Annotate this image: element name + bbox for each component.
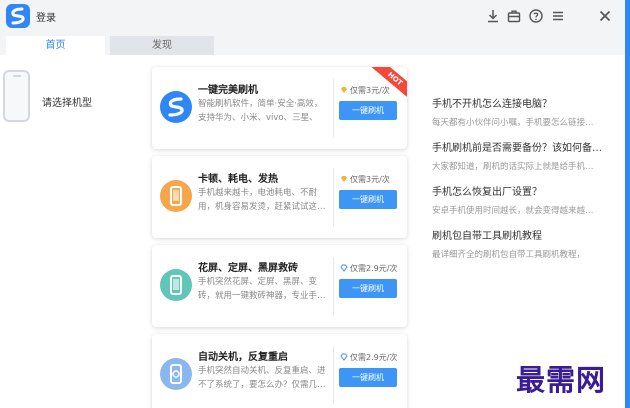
faq-question[interactable]: 手机刷机前是否需要备份？该如何备…	[432, 139, 622, 154]
title-bar: 登录	[0, 0, 630, 33]
price-text: 仅需2.9元/次	[350, 264, 398, 273]
help-icon[interactable]	[528, 8, 544, 24]
price-text: 仅需3元/次	[350, 86, 390, 95]
main-content: 请选择机型 一键完美刷机 智能刷机软件，简单·安全·高效，支持华为、小米、viv…	[0, 55, 630, 408]
card-title: 花屏、定屏、黑屏救砖	[198, 263, 298, 274]
diamond-blue-icon	[340, 353, 348, 361]
price-label: 仅需2.9元/次	[340, 263, 397, 274]
menu-icon[interactable]	[550, 8, 566, 24]
download-icon[interactable]	[485, 8, 501, 24]
card-description: 手机突然花屏、定屏、黑屏、变砖，就用一键救砖神器，专业手…	[198, 277, 326, 301]
faq-question[interactable]: 手机不开机怎么连接电脑？	[432, 95, 622, 110]
watermark: 最需网	[516, 363, 607, 397]
price-label: 仅需3元/次	[340, 174, 390, 185]
price-text: 仅需3元/次	[350, 175, 390, 184]
diamond-gold-icon	[341, 87, 347, 93]
service-card-auto-shutdown: 自动关机，反复重启 手机突然自动关机、反复重启、进不了系统了，要怎么办？仅需几……	[152, 334, 407, 408]
select-model-link[interactable]: 请选择机型	[42, 94, 92, 109]
card-divider	[333, 168, 334, 226]
card-divider	[333, 257, 334, 315]
card-title: 自动关机，反复重启	[198, 352, 288, 363]
card-divider	[333, 346, 334, 404]
close-icon[interactable]	[597, 8, 613, 24]
price-label: 仅需2.9元/次	[340, 352, 397, 363]
app-logo-icon	[6, 4, 30, 28]
phone-blue-icon	[160, 358, 192, 390]
tab-bar: 首页 发现	[0, 33, 630, 55]
faq-item[interactable]: 手机怎么恢复出厂设置？ 安卓手机使用时间越长，就会变得越来越…	[432, 183, 622, 216]
faq-item[interactable]: 手机刷机前是否需要备份？该如何备… 大家都知道，刷机的话实际上就是给手机…	[432, 139, 622, 172]
one-click-flash-button[interactable]: 一键刷机	[339, 101, 397, 120]
faq-question[interactable]: 刷机包自带工具刷机教程	[432, 227, 622, 242]
card-description: 手机越来越卡，电池耗电、不耐用，机身容易发烫，赶紧试试这…	[198, 188, 326, 212]
tab-discover[interactable]: 发现	[110, 36, 214, 55]
service-card-lag-battery-heat: 卡顿、耗电、发热 手机越来越卡，电池耗电、不耐用，机身容易发烫，赶紧试试这… 仅…	[152, 156, 407, 238]
price-label: 仅需3元/次	[340, 85, 390, 96]
card-title: 一键完美刷机	[198, 85, 258, 96]
one-click-flash-button[interactable]: 一键刷机	[339, 279, 397, 298]
faq-answer: 每天都有小伙伴问小嘱，手机要怎么链接…	[432, 118, 594, 128]
card-description: 智能刷机软件，简单·安全·高效，支持华为、小米、vivo、三星、乐…	[198, 99, 323, 123]
service-card-screen-rescue: 花屏、定屏、黑屏救砖 手机突然花屏、定屏、黑屏、变砖，就用一键救砖神器，专业手……	[152, 245, 407, 327]
faq-answer: 安卓手机使用时间越长，就会变得越来越…	[432, 206, 594, 216]
diamond-gold-icon	[341, 176, 347, 182]
one-click-flash-button[interactable]: 一键刷机	[339, 368, 397, 387]
faq-item[interactable]: 手机不开机怎么连接电脑？ 每天都有小伙伴问小嘱，手机要怎么链接…	[432, 95, 622, 128]
card-title: 卡顿、耗电、发热	[198, 174, 278, 185]
one-click-flash-button[interactable]: 一键刷机	[339, 190, 397, 209]
phone-orange-icon	[160, 180, 192, 212]
faq-question[interactable]: 手机怎么恢复出厂设置？	[432, 183, 622, 198]
faq-answer: 大家都知道，刷机的话实际上就是给手机…	[432, 162, 594, 172]
card-description: 手机突然自动关机、反复重启、进不了系统了，要怎么办？仅需几…	[198, 366, 326, 390]
faq-item[interactable]: 刷机包自带工具刷机教程 最详细齐全的刷机包自带工具刷机教程，	[432, 227, 622, 260]
tab-home[interactable]: 首页	[6, 36, 105, 55]
toolbox-icon[interactable]	[506, 8, 522, 24]
price-text: 仅需2.9元/次	[350, 353, 398, 362]
service-card-one-click-flash: 一键完美刷机 智能刷机软件，简单·安全·高效，支持华为、小米、vivo、三星、乐…	[152, 67, 407, 149]
flash-logo-icon	[160, 91, 192, 123]
phone-teal-icon	[160, 269, 192, 301]
faq-answer: 最详细齐全的刷机包自带工具刷机教程，	[432, 250, 586, 260]
card-divider	[333, 79, 334, 137]
login-link[interactable]: 登录	[36, 9, 56, 24]
diamond-blue-icon	[340, 264, 348, 272]
phone-outline-icon[interactable]	[3, 70, 30, 122]
window-edge	[625, 0, 630, 408]
